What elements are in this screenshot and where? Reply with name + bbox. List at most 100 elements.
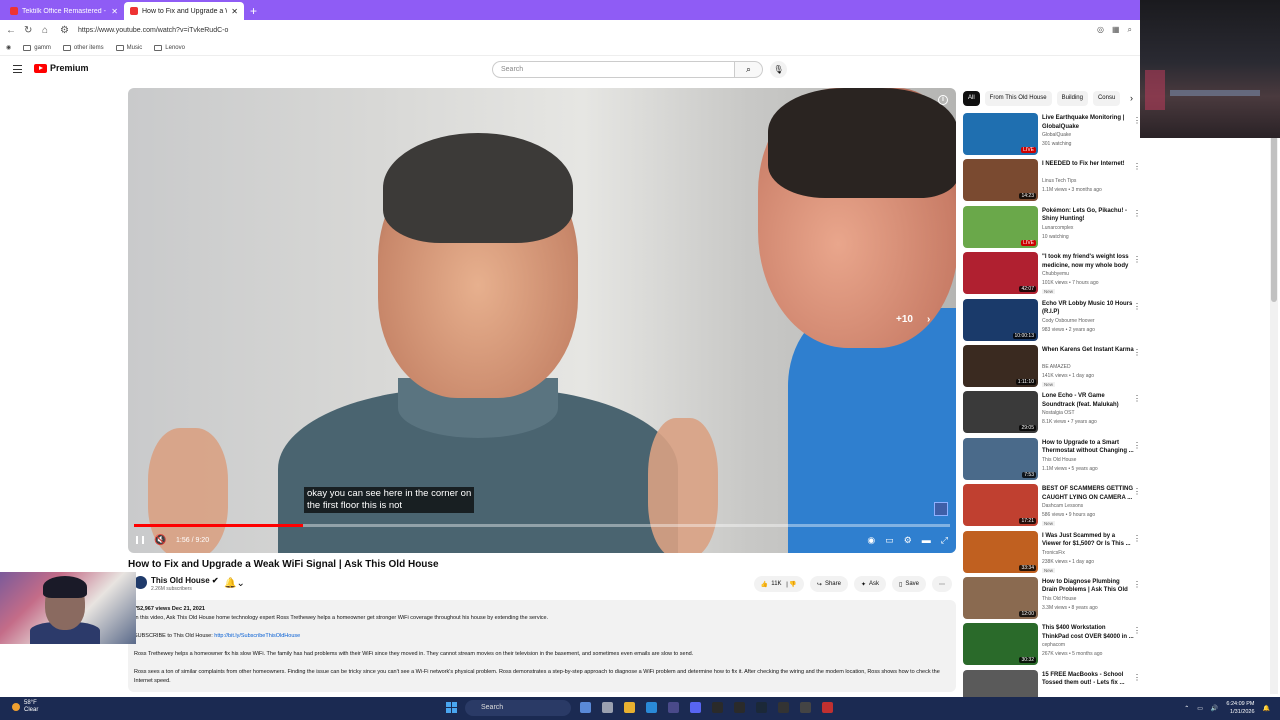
close-icon[interactable]: ✕ (231, 7, 238, 16)
fullscreen-icon[interactable]: ⤢ (941, 535, 948, 546)
more-options-icon[interactable]: ⋮ (1133, 534, 1141, 543)
recommendation-channel[interactable]: Dashcam Lessons (1042, 503, 1083, 509)
video-thumbnail[interactable]: LIVE (963, 205, 1038, 248)
weather-widget[interactable]: 58°F Clear (12, 700, 38, 714)
menu-icon[interactable] (13, 65, 22, 73)
chrome-icon[interactable] (822, 702, 833, 713)
back-arrow-icon[interactable]: ← (6, 25, 16, 36)
info-icon[interactable]: i (938, 95, 948, 105)
recommendation-channel[interactable]: This Old House (1042, 596, 1076, 602)
share-button[interactable]: ↪ Share (809, 576, 848, 592)
recommendation-item[interactable]: 42:07 "I took my friend's weight loss med… (963, 252, 1141, 298)
more-options-icon[interactable]: ⋮ (1133, 580, 1141, 589)
recommendation-title[interactable]: How to Diagnose Plumbing Drain Problems … (1042, 578, 1134, 595)
notification-icon[interactable]: 🔔 (1263, 705, 1270, 712)
zoom-icon[interactable]: ⌕ (1128, 25, 1132, 35)
theater-mode-icon[interactable]: ▬ (922, 535, 931, 546)
steam-icon[interactable] (756, 702, 767, 713)
more-options-icon[interactable]: ⋮ (1133, 673, 1141, 682)
bookmark-game-icon[interactable]: ◉ (6, 44, 11, 51)
recommendation-channel[interactable]: BE AMAZED (1042, 364, 1071, 370)
bookmark-folder[interactable]: Lenovo (154, 44, 185, 51)
youtube-logo[interactable]: Premium (34, 63, 89, 73)
recommendation-item[interactable]: 30:32 This $400 Workstation ThinkPad cost… (963, 623, 1141, 669)
recommendation-channel[interactable]: This Old House (1042, 457, 1076, 463)
recommendation-title[interactable]: Echo VR Lobby Music 10 Hours (R.I.P) (1042, 300, 1134, 317)
pause-icon[interactable] (136, 536, 144, 544)
recommendation-item[interactable]: 17:21 BEST OF SCAMMERS GETTING CAUGHT LYI… (963, 484, 1141, 530)
recommendation-title[interactable]: Lone Echo - VR Game Soundtrack (feat. Ma… (1042, 392, 1134, 409)
new-tab-plus-icon[interactable]: + (250, 2, 257, 20)
recommendation-title[interactable]: I Was Just Scammed by a Viewer for $1,50… (1042, 532, 1134, 549)
recommendation-item[interactable]: 1:11:10 When Karens Get Instant Karma BE A… (963, 344, 1141, 391)
more-options-icon[interactable]: ⋮ (1133, 487, 1141, 496)
app-icon[interactable] (734, 702, 745, 713)
recommendation-channel[interactable]: Lunarcomplex (1042, 225, 1073, 231)
close-icon[interactable]: ✕ (111, 7, 118, 16)
reload-icon[interactable]: ↻ (24, 25, 32, 36)
recommendation-title[interactable]: This $400 Workstation ThinkPad cost OVER… (1042, 624, 1134, 641)
clock[interactable]: 6:24:09 PM 1/31/2026 (1226, 700, 1254, 716)
recommendation-item[interactable]: 33:34 I Was Just Scammed by a Viewer for … (963, 530, 1141, 577)
recommendation-item[interactable]: LIVE Live Earthquake Monitoring | GlobalQ… (963, 113, 1141, 159)
store-icon[interactable] (668, 702, 679, 713)
recommendation-title[interactable]: Live Earthquake Monitoring | GlobalQuake (1042, 114, 1134, 131)
video-description[interactable]: 752,967 views Dec 21, 2021 In this video… (128, 600, 956, 692)
grid-icon[interactable]: ▦ (1112, 25, 1120, 35)
chip-all[interactable]: All (963, 91, 980, 106)
recommendation-title[interactable]: When Karens Get Instant Karma (1042, 346, 1134, 355)
video-thumbnail[interactable]: 1:11:10 (963, 344, 1038, 387)
more-options-icon[interactable]: ⋮ (1133, 441, 1141, 450)
copilot-icon[interactable] (580, 702, 591, 713)
search-icon[interactable]: ⌕ (735, 61, 763, 78)
video-thumbnail[interactable]: LIVE (963, 113, 1038, 155)
video-thumbnail[interactable]: 29:05 (963, 391, 1038, 434)
volume-muted-icon[interactable]: 🔇 (154, 535, 166, 546)
settings-gear-icon[interactable]: ⚙ (904, 535, 912, 546)
file-explorer-icon[interactable] (624, 702, 635, 713)
autoplay-toggle-icon[interactable]: ◉ (867, 535, 875, 546)
site-info-icon[interactable]: ⚙ (60, 25, 69, 36)
captions-icon[interactable]: ▭ (885, 535, 894, 546)
video-thumbnail[interactable]: 30:32 (963, 623, 1038, 666)
app-icon[interactable] (800, 702, 811, 713)
recommendation-channel[interactable]: Chubbyemu (1042, 271, 1069, 277)
chip-building[interactable]: Building (1056, 91, 1088, 106)
subscribe-link[interactable]: http://bit.ly/SubscribeThisOldHouse (214, 633, 300, 639)
app-icon[interactable] (778, 702, 789, 713)
home-icon[interactable]: ⌂ (42, 25, 50, 36)
more-options-icon[interactable]: ⋮ (1133, 162, 1141, 171)
channel-name[interactable]: This Old House ✔ (151, 576, 219, 585)
recommendation-item[interactable]: 7:53 How to Upgrade to a Smart Thermostat… (963, 437, 1141, 484)
video-thumbnail[interactable]: 7:53 (963, 437, 1038, 480)
recommendation-channel[interactable]: Cody Osbourne Hoover (1042, 318, 1095, 324)
video-thumbnail[interactable]: 42:07 (963, 252, 1038, 295)
recommendation-title[interactable]: How to Upgrade to a Smart Thermostat wit… (1042, 439, 1134, 456)
microphone-icon[interactable]: 🎙 (770, 61, 787, 78)
network-icon[interactable]: ▭ (1197, 705, 1203, 712)
bookmark-folder[interactable]: other items (62, 44, 104, 51)
browser-tab-active[interactable]: How to Fix and Upgrade a Weak W... ✕ (124, 2, 244, 20)
discord-icon[interactable] (690, 702, 701, 713)
recommendation-item[interactable]: LIVE Pokémon: Lets Go, Pikachu! - Shiny H… (963, 205, 1141, 252)
video-thumbnail[interactable]: 12:00 (963, 576, 1038, 619)
recommendation-title[interactable]: Pokémon: Lets Go, Pikachu! - Shiny Hunti… (1042, 207, 1134, 224)
more-options-icon[interactable]: ⋮ (1133, 394, 1141, 403)
recommendation-title[interactable]: I NEEDED to Fix her Internet! (1042, 160, 1134, 169)
recommendation-channel[interactable]: GlobalQuake (1042, 132, 1071, 138)
url-field[interactable]: https://www.youtube.com/watch?v=iTvkeRud… (78, 27, 228, 34)
bookmark-folder[interactable]: Music (115, 44, 142, 51)
recommendation-channel[interactable]: cephacom (1042, 642, 1065, 648)
chevron-right-icon[interactable]: › (1130, 93, 1133, 103)
recommendation-item[interactable]: 12:00 How to Diagnose Plumbing Drain Prob… (963, 576, 1141, 623)
edge-icon[interactable] (646, 702, 657, 713)
recommendation-item[interactable]: 29:05 Lone Echo - VR Game Soundtrack (fea… (963, 391, 1141, 437)
taskbar-search[interactable]: Search (465, 700, 571, 716)
recommendation-item[interactable]: 14:23 I NEEDED to Fix her Internet! Linus … (963, 159, 1141, 205)
recommendation-item[interactable]: 10:00:13 Echo VR Lobby Music 10 Hours (R.… (963, 298, 1141, 345)
bookmark-folder[interactable]: gamm (23, 44, 51, 51)
video-thumbnail[interactable]: 33:34 (963, 530, 1038, 573)
more-options-icon[interactable]: ⋯ (932, 576, 952, 592)
recommendation-channel[interactable]: TronicsFix (1042, 550, 1065, 556)
more-options-icon[interactable]: ⋮ (1133, 255, 1141, 264)
